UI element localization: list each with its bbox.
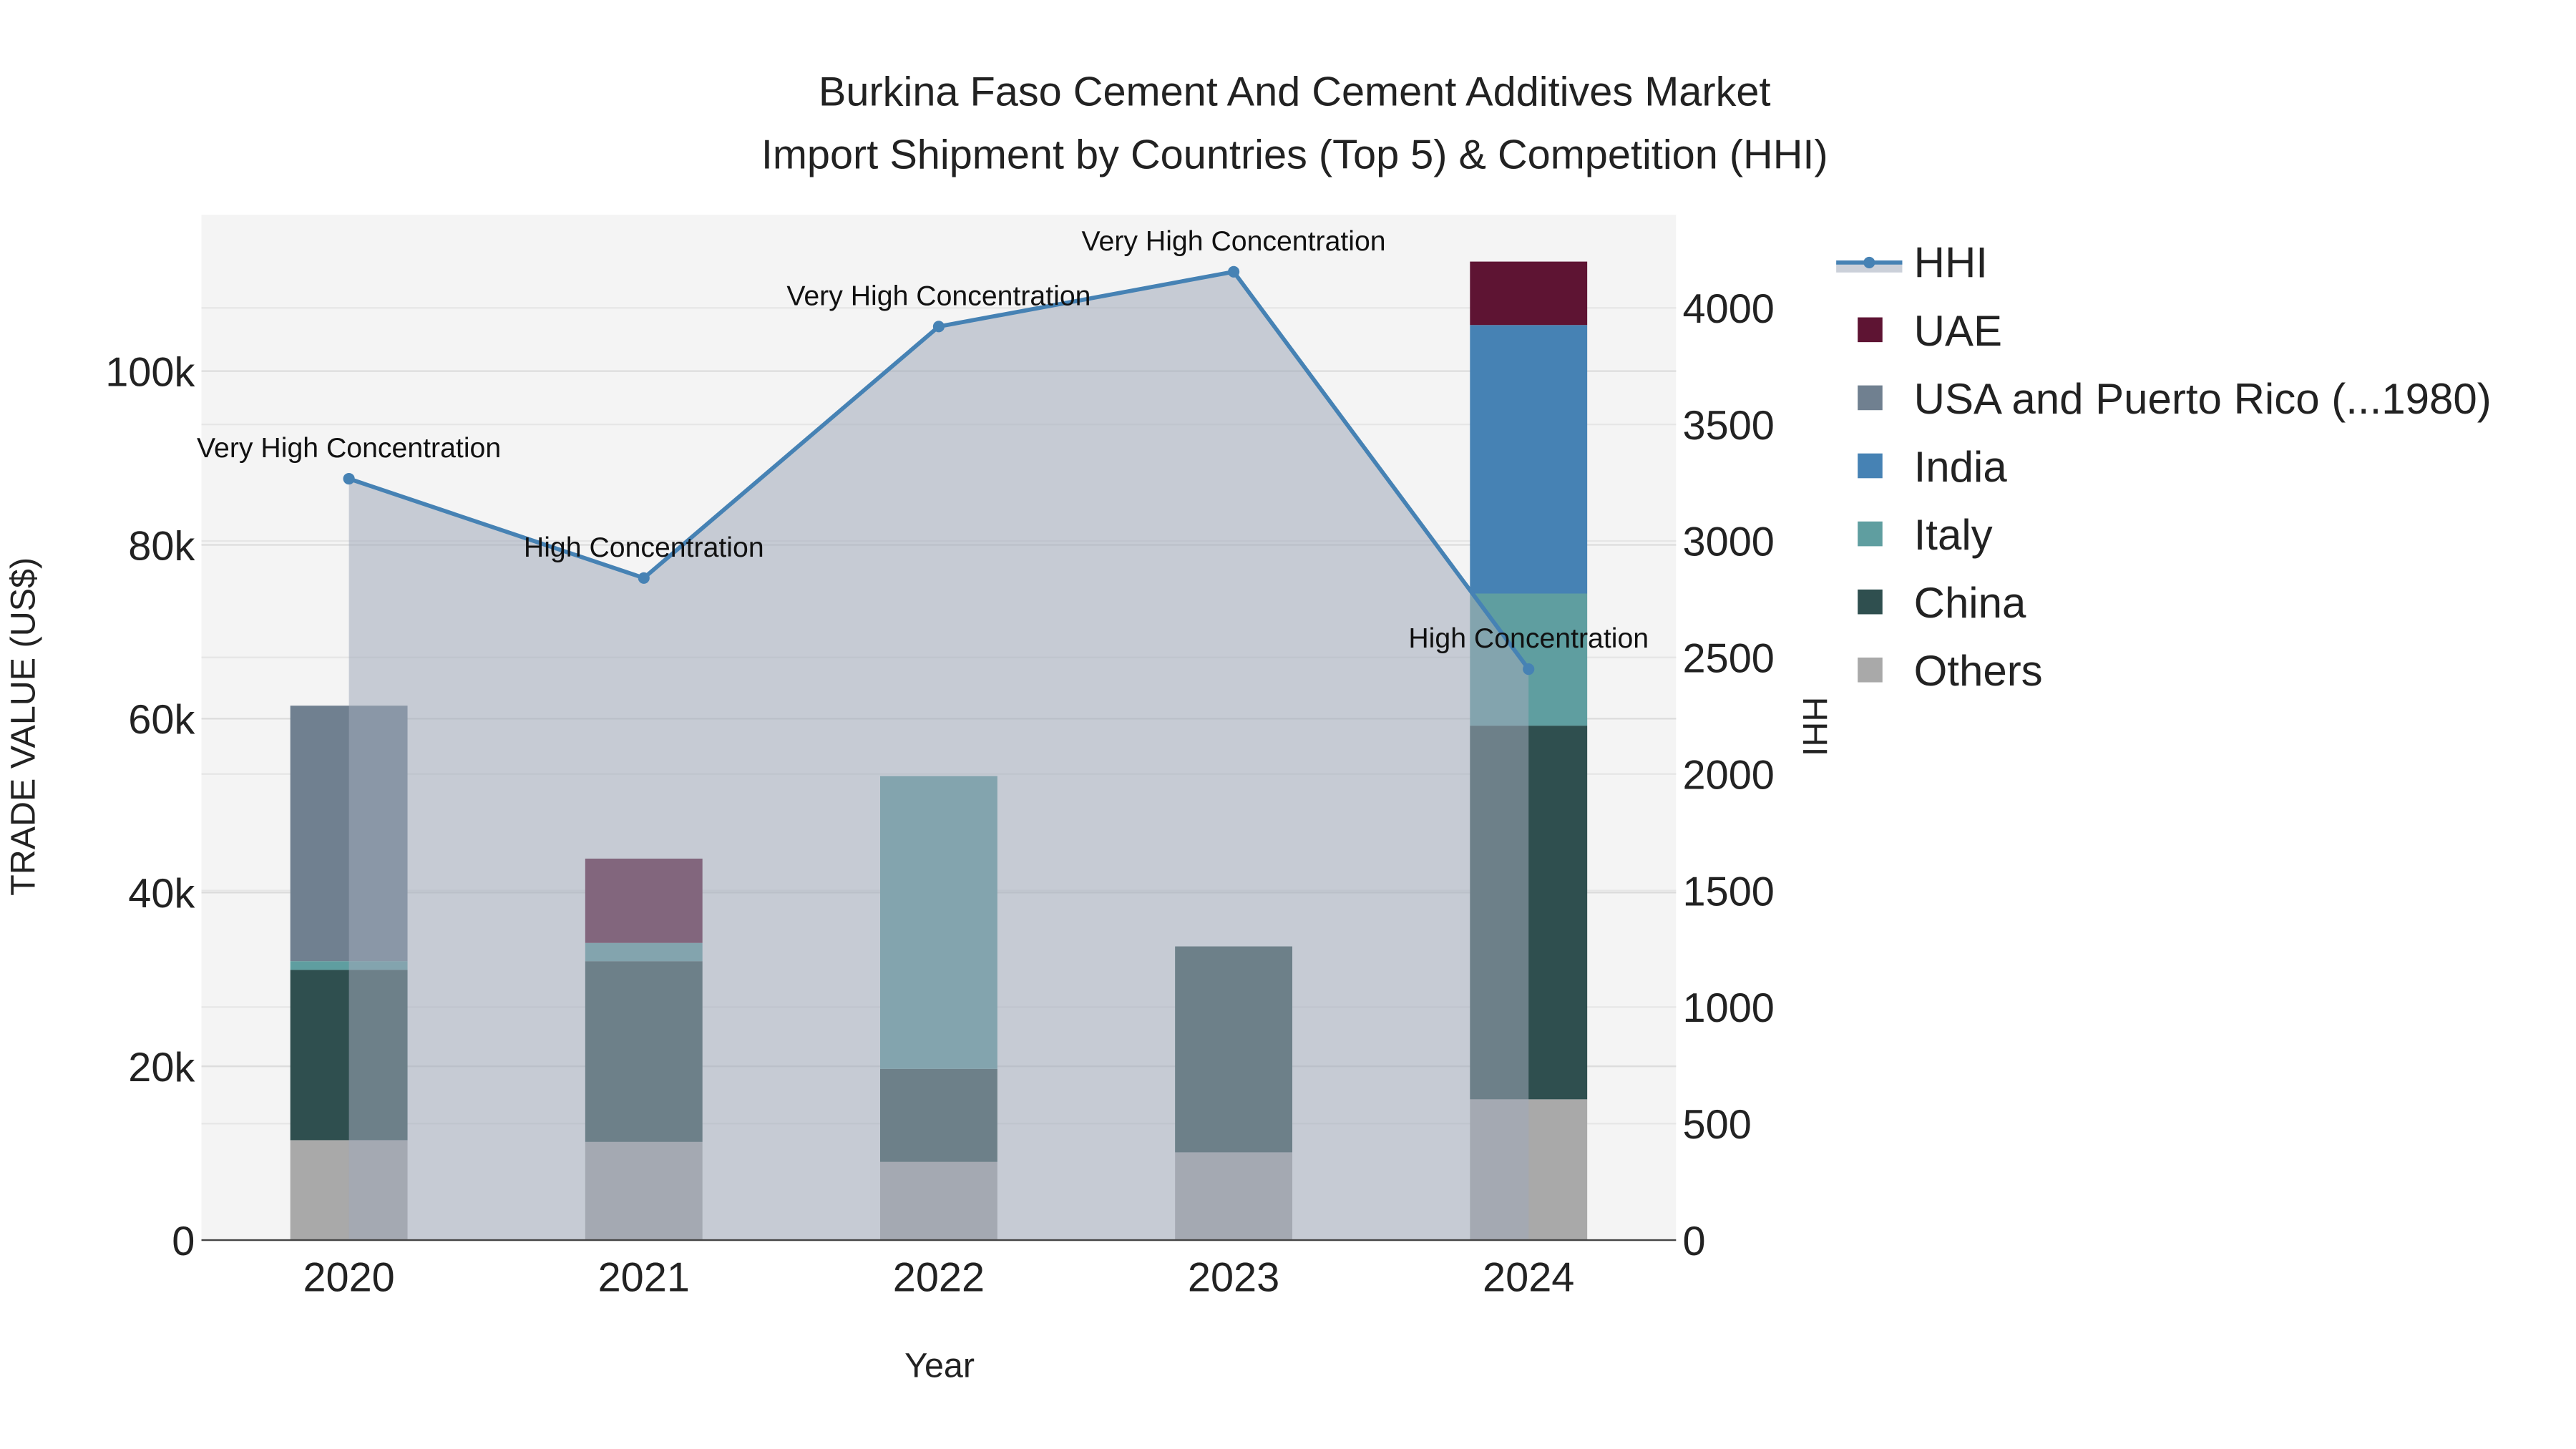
y2-tick-label: 2500 (1683, 636, 1775, 682)
bar-uae-2024[interactable] (1470, 261, 1588, 326)
legend-swatch (1858, 657, 1883, 683)
y-tick-label: 20k (128, 1045, 195, 1091)
hhi-annotation: Very High Concentration (1082, 225, 1386, 257)
legend-swatch (1858, 521, 1883, 547)
x-tick-label: 2024 (1483, 1255, 1574, 1301)
legend-swatch (1858, 317, 1883, 343)
y-tick-label: 0 (172, 1219, 195, 1264)
legend-item-india[interactable]: India (1858, 443, 2007, 491)
legend-label: USA and Puerto Rico (...1980) (1914, 375, 2492, 423)
legend-label: China (1914, 579, 2026, 627)
y-tick-label: 100k (105, 349, 195, 395)
hhi-annotation: Very High Concentration (786, 280, 1091, 311)
hhi-point-2024[interactable] (1523, 663, 1535, 675)
chart: Burkina Faso Cement And Cement Additives… (4, 69, 2492, 1385)
y2-tick-label: 2000 (1683, 752, 1775, 798)
legend-swatch (1858, 385, 1883, 411)
y-tick-label: 40k (128, 871, 195, 917)
hhi-annotation: Very High Concentration (197, 432, 501, 464)
y2-tick-label: 1000 (1683, 985, 1775, 1031)
hhi-annotation: High Concentration (1408, 623, 1649, 654)
x-tick-label: 2022 (893, 1255, 985, 1301)
legend-marker (1863, 256, 1875, 268)
hhi-point-2021[interactable] (638, 572, 650, 584)
legend: HHI UAE USA and Puerto Rico (...1980) India… (1836, 239, 2492, 695)
y2-tick-label: 3000 (1683, 519, 1775, 565)
legend-item-usa-and-puerto-rico-1980-[interactable]: USA and Puerto Rico (...1980) (1858, 375, 2492, 423)
y2-tick-label: 500 (1683, 1102, 1752, 1148)
legend-label: Italy (1914, 511, 1993, 559)
hhi-annotation: High Concentration (524, 532, 764, 563)
hhi-point-2022[interactable] (932, 321, 945, 333)
y2-tick-label: 1500 (1683, 869, 1775, 914)
legend-swatch (1858, 589, 1883, 615)
y-axis-label: TRADE VALUE (US$) (4, 557, 42, 896)
x-axis-label: Year (904, 1347, 975, 1385)
chart-subtitle: Import Shipment by Countries (Top 5) & C… (761, 132, 1828, 177)
legend-label: HHI (1914, 239, 1988, 287)
legend-item-uae[interactable]: UAE (1858, 307, 2002, 355)
y-tick-label: 80k (128, 523, 195, 569)
x-tick-label: 2020 (303, 1255, 394, 1301)
legend-item-italy[interactable]: Italy (1858, 511, 1993, 559)
legend-item-china[interactable]: China (1858, 579, 2026, 627)
legend-item-others[interactable]: Others (1858, 647, 2043, 695)
x-tick-label: 2021 (598, 1255, 690, 1301)
legend-swatch (1858, 453, 1883, 479)
y2-axis-label: HHI (1795, 697, 1834, 756)
x-tick-label: 2023 (1188, 1255, 1279, 1301)
legend-label: Others (1914, 647, 2043, 695)
legend-label: India (1914, 443, 2008, 491)
bar-india-2024[interactable] (1470, 325, 1588, 594)
legend-item-hhi[interactable]: HHI (1836, 239, 1988, 287)
hhi-point-2023[interactable] (1228, 265, 1240, 278)
y-tick-label: 60k (128, 697, 195, 743)
hhi-point-2020[interactable] (343, 472, 355, 485)
y2-tick-label: 4000 (1683, 286, 1775, 332)
y2-tick-label: 3500 (1683, 403, 1775, 449)
chart-title: Burkina Faso Cement And Cement Additives… (819, 69, 1771, 115)
y2-tick-label: 0 (1683, 1219, 1706, 1264)
legend-label: UAE (1914, 307, 2002, 355)
